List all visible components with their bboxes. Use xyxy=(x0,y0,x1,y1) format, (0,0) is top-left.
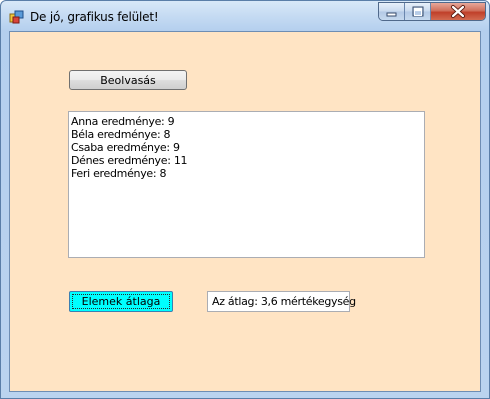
window-controls xyxy=(378,2,486,21)
window-title: De jó, grafikus felület! xyxy=(30,10,159,24)
read-button[interactable]: Beolvasás xyxy=(69,70,187,90)
windows-form-icon[interactable] xyxy=(9,9,25,25)
list-item[interactable]: Anna eredménye: 9 xyxy=(71,115,422,128)
list-item[interactable]: Csaba eredménye: 9 xyxy=(71,141,422,154)
close-icon xyxy=(451,5,465,18)
average-button[interactable]: Elemek átlaga xyxy=(69,291,173,312)
maximize-icon xyxy=(412,6,424,17)
title-bar[interactable]: De jó, grafikus felület! xyxy=(1,1,489,31)
list-item[interactable]: Béla eredménye: 8 xyxy=(71,128,422,141)
results-listbox[interactable]: Anna eredménye: 9 Béla eredménye: 8 Csab… xyxy=(68,111,425,258)
app-window: De jó, grafikus felület! Beolvasás Anna … xyxy=(0,0,490,399)
maximize-button[interactable] xyxy=(405,3,431,20)
list-item[interactable]: Dénes eredménye: 11 xyxy=(71,154,422,167)
close-button[interactable] xyxy=(431,3,485,20)
minimize-icon xyxy=(386,12,397,17)
form-client-area: Beolvasás Anna eredménye: 9 Béla eredmén… xyxy=(9,31,481,392)
list-item[interactable]: Feri eredménye: 8 xyxy=(71,167,422,180)
average-result-field[interactable]: Az átlag: 3,6 mértékegység xyxy=(207,291,356,312)
minimize-button[interactable] xyxy=(379,3,405,20)
